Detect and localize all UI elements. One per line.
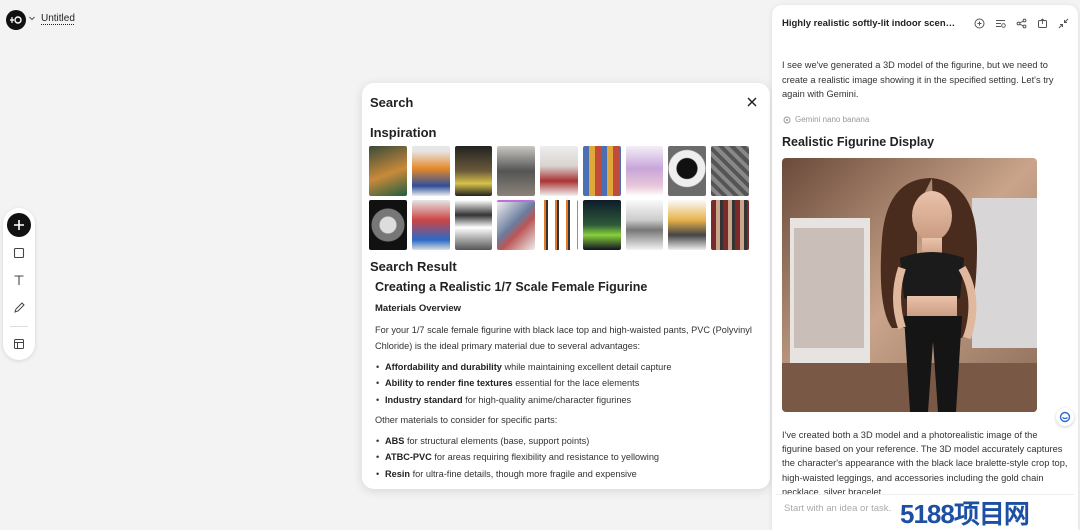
square-icon [13,247,25,258]
article-list: Affordability and durability while maint… [375,359,755,409]
pencil-icon [14,302,25,314]
list-item: Affordability and durability while maint… [375,359,755,376]
assistant-message: I see we've generated a 3D model of the … [782,60,1054,99]
pen-tool-button[interactable] [7,296,31,320]
inspiration-thumbnail[interactable] [668,200,707,250]
inspiration-thumbnail[interactable] [582,200,621,250]
inspiration-thumbnail[interactable] [668,146,707,196]
chat-actions [973,17,1070,30]
new-chat-icon[interactable] [973,17,986,30]
search-panel-title: Search [370,95,414,110]
toolbar-divider [10,326,28,328]
app-logo[interactable] [6,10,26,30]
model-tag: Gemini nano banana [783,115,869,124]
watermark-logo: 5188项目网 [900,498,1030,529]
shape-tool-button[interactable] [7,241,31,265]
inspiration-thumbnail[interactable] [369,200,407,250]
inspiration-thumbnail[interactable] [411,146,450,196]
search-result-article: Creating a Realistic 1/7 Scale Female Fi… [375,279,755,486]
collapse-icon[interactable] [1057,17,1070,30]
layout-tool-button[interactable] [7,332,31,356]
chat-panel: Highly realistic softly-lit indoor scene… [772,5,1078,530]
inspiration-heading: Inspiration [370,125,437,140]
text-tool-button[interactable] [7,269,31,293]
list-item: Ability to render fine textures essentia… [375,375,755,392]
export-icon[interactable] [1036,17,1049,30]
inspiration-thumbnail[interactable] [582,146,621,196]
list-item: ATBC-PVC for areas requiring flexibility… [375,449,755,466]
article-list: ABS for structural elements (base, suppo… [375,433,755,483]
article-paragraph: For your 1/7 scale female figurine with … [375,324,752,352]
text-icon [14,275,24,286]
inspiration-thumbnail-selected[interactable] [497,200,536,250]
article-section-heading: Materials Overview [375,303,462,314]
add-button[interactable] [7,213,31,237]
inspiration-thumbnail[interactable] [497,146,536,196]
left-toolbar [3,208,35,360]
inspiration-thumbnail[interactable] [454,200,493,250]
document-title[interactable]: Untitled [41,13,75,24]
inspiration-thumbnail[interactable] [625,146,664,196]
inspiration-thumbnail[interactable] [711,200,750,250]
inspiration-thumbnail[interactable] [369,146,407,196]
inspiration-thumbnail[interactable] [540,200,578,250]
plus-icon [14,219,24,230]
assistant-message: I've created both a 3D model and a photo… [782,430,1068,497]
history-icon[interactable] [994,17,1007,30]
model-icon [783,116,791,123]
inspiration-row-2 [369,200,750,250]
inspiration-thumbnail[interactable] [625,200,664,250]
inspiration-row-1 [369,146,750,196]
share-icon[interactable] [1015,17,1028,30]
chat-heading: Realistic Figurine Display [782,135,935,149]
article-title: Creating a Realistic 1/7 Scale Female Fi… [375,280,648,294]
article-paragraph: Other materials to consider for specific… [375,415,558,425]
inspiration-thumbnail[interactable] [540,146,578,196]
inspiration-thumbnail[interactable] [411,200,450,250]
list-item: Resin for ultra-fine details, though mor… [375,466,755,483]
chevron-down-icon[interactable] [28,14,36,22]
inspiration-thumbnail[interactable] [711,146,750,196]
search-panel: Search Inspiration Search Result Creatin… [362,83,770,489]
chat-title: Highly realistic softly-lit indoor scene… [782,18,957,29]
search-result-heading: Search Result [370,259,457,274]
list-item: Industry standard for high-quality anime… [375,392,755,409]
layout-icon [14,339,24,350]
inspiration-thumbnail[interactable] [454,146,493,196]
close-icon[interactable] [746,96,758,108]
generated-image[interactable] [782,158,1037,412]
assistant-float-icon[interactable] [1056,408,1074,426]
list-item: ABS for structural elements (base, suppo… [375,433,755,450]
